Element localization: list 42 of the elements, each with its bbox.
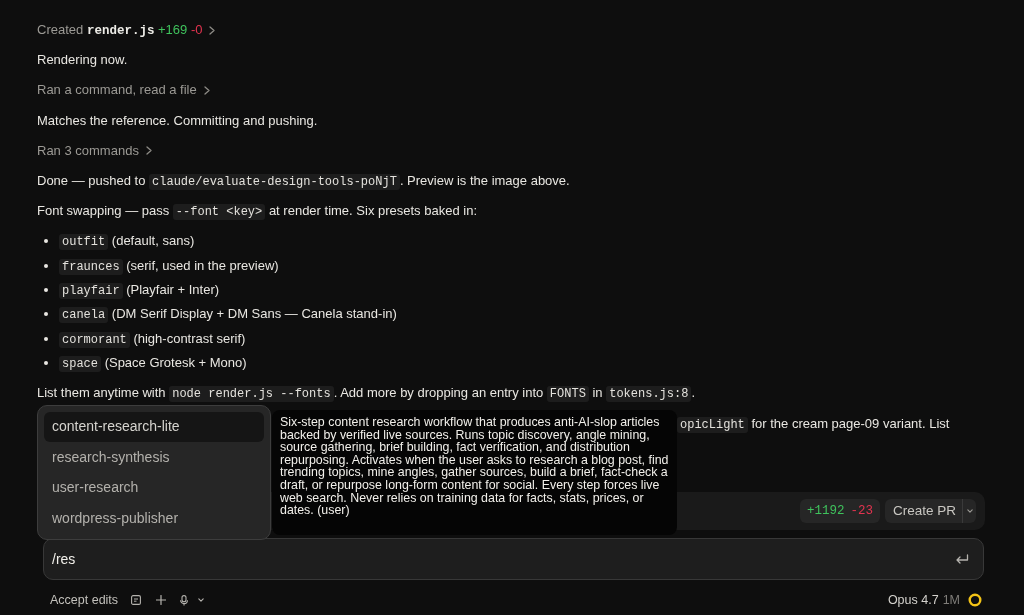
message-text: Done — pushed to claude/evaluate-design-tools-poNjT . Preview is the image above. bbox=[37, 171, 570, 191]
activity-summary[interactable]: Created render.js +169 -0 bbox=[37, 20, 216, 40]
chevron-icon bbox=[203, 85, 210, 95]
bullet-icon bbox=[44, 288, 48, 293]
activity-summary[interactable]: Ran 3 commands bbox=[37, 140, 152, 161]
message-text: List them anytime with node render.js --fonts . Add more by dropping an entry into FONTS in tokens.js:8 . bbox=[37, 384, 696, 404]
create-pr-button[interactable]: Create PR bbox=[884, 499, 962, 523]
ring-icon bbox=[968, 593, 982, 607]
diff-summary[interactable]: +1192 -23 bbox=[799, 499, 880, 523]
chevron-icon bbox=[209, 25, 216, 35]
list-item-text: cormorant (high-contrast serif) bbox=[59, 328, 246, 349]
bullet-icon bbox=[44, 312, 48, 317]
command-description: Six-step content research workflow that produces anti-AI-slop articles backed by verified live sources. Runs topic discovery, angle mining, source gathering, brief building, fact verification, and distribution repurposing. Activates when the user asks to research a blog post, find trending topics, mine angles, gather sources, build a brief, fact-check a draft, or repurpose long-form content for social. Every step forces live web search. Never relies on training data for facts, stats, prices, or dates. (user) bbox=[272, 410, 677, 535]
list-item-text: playfair (Playfair + Inter) bbox=[59, 280, 220, 301]
message-input[interactable]: /res bbox=[52, 547, 945, 571]
chevron-icon bbox=[145, 146, 152, 156]
accept-edits-button[interactable]: Accept edits bbox=[50, 590, 119, 610]
enter-icon[interactable] bbox=[955, 553, 969, 565]
model-selector[interactable]: Opus 4.7 1M bbox=[887, 590, 960, 610]
message-text: Matches the reference. Committing and pushing. bbox=[37, 111, 318, 130]
list-item-text: fraunces (serif, used in the preview) bbox=[59, 255, 279, 276]
caret-icon[interactable] bbox=[198, 598, 205, 602]
command-option[interactable]: user-research bbox=[44, 473, 264, 503]
command-option[interactable]: content-research-lite bbox=[44, 412, 264, 442]
note-icon[interactable] bbox=[131, 595, 142, 605]
bullet-icon bbox=[44, 263, 48, 268]
bullet-icon bbox=[44, 239, 48, 244]
bullet-icon bbox=[44, 336, 48, 341]
microphone-icon[interactable] bbox=[180, 594, 189, 606]
list-item-text: space (Space Grotesk + Mono) bbox=[59, 353, 247, 374]
list-item-text: outfit (default, sans) bbox=[59, 231, 195, 252]
message-text: Font swapping — pass --font <key> at render time. Six presets baked in: bbox=[37, 202, 477, 222]
message-text: opicLight for the cream page-09 variant. List bbox=[677, 413, 950, 434]
activity-summary[interactable]: Ran a command, read a file bbox=[37, 80, 210, 101]
bullet-icon bbox=[44, 361, 48, 366]
command-option[interactable]: research-synthesis bbox=[44, 442, 264, 472]
command-option[interactable]: wordpress-publisher bbox=[44, 503, 264, 533]
composer-field[interactable]: /res bbox=[43, 538, 984, 580]
list-item-text: canela (DM Serif Display + DM Sans — Canela stand-in) bbox=[59, 304, 397, 325]
caret-icon bbox=[966, 509, 973, 513]
message-text: Rendering now. bbox=[37, 51, 128, 70]
plus-icon[interactable] bbox=[156, 595, 167, 605]
